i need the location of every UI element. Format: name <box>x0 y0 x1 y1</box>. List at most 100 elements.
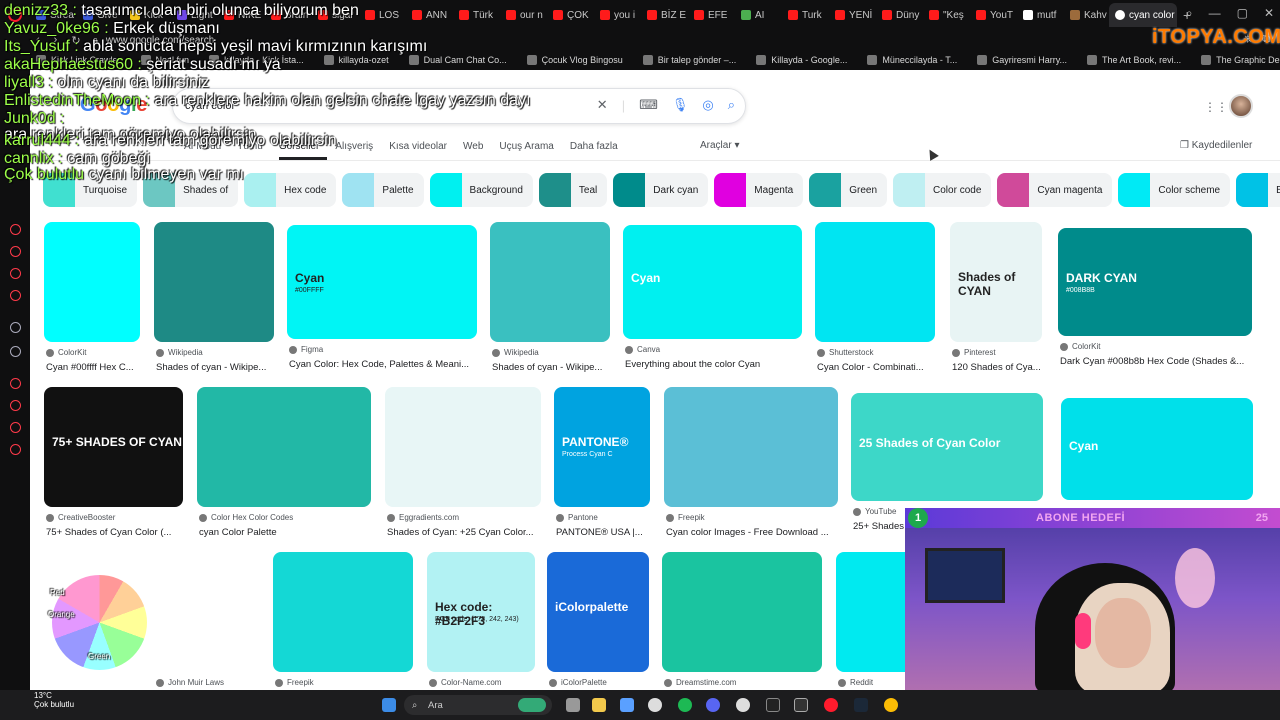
result-caption[interactable]: Shades of Cyan: +25 Cyan Color... <box>387 527 563 538</box>
search-tab[interactable]: Web <box>463 140 491 160</box>
search-tab[interactable]: Kısa videolar <box>389 140 455 160</box>
search-tab[interactable]: Uçuş Arama <box>499 140 561 160</box>
image-result[interactable] <box>197 387 371 507</box>
file-explorer-icon[interactable] <box>592 698 606 712</box>
result-source[interactable]: Shutterstock <box>817 348 873 357</box>
search-tabs-icon[interactable]: ⌕ <box>1186 6 1193 21</box>
taskbar-search[interactable]: ⌕ Ara <box>404 695 552 715</box>
result-caption[interactable]: Dark Cyan #008b8b Hex Code (Shades &... <box>1060 356 1274 367</box>
result-source[interactable]: Figma <box>289 345 323 354</box>
suggestion-chip[interactable]: Background <box>429 173 533 207</box>
suggestion-chip[interactable]: Palette <box>342 173 424 207</box>
keyboard-icon[interactable]: ⌨ <box>639 97 658 113</box>
result-source[interactable]: ColorKit <box>46 348 86 357</box>
result-caption[interactable]: 120 Shades of Cya... <box>952 362 1064 373</box>
image-result[interactable]: 25 Shades of Cyan Color <box>851 393 1043 501</box>
browser-tab[interactable]: Kahv <box>1064 3 1109 27</box>
result-caption[interactable]: Cyan Color: Hex Code, Palettes & Meani..… <box>289 359 499 370</box>
image-result[interactable] <box>490 222 610 342</box>
start-icon[interactable] <box>382 698 396 712</box>
result-source[interactable]: Eggradients.com <box>387 513 459 522</box>
image-result[interactable]: DARK CYAN #008B8B <box>1058 228 1252 336</box>
result-source[interactable]: Color-Name.com <box>429 678 501 687</box>
result-caption[interactable]: Shades of cyan - Wikipe... <box>492 362 632 373</box>
obs-icon[interactable] <box>794 698 808 712</box>
result-source[interactable]: Freepik <box>275 678 314 687</box>
sidebar-settings-icon[interactable] <box>10 444 21 455</box>
result-source[interactable]: iColorPalette <box>549 678 607 687</box>
spotify-icon[interactable] <box>678 698 692 712</box>
settings-icon[interactable] <box>736 698 750 712</box>
weather-widget[interactable]: 13°C Çok bulutlu <box>34 691 74 709</box>
bookmark-item[interactable]: Gayriresmi Harry... <box>977 55 1087 65</box>
image-result[interactable] <box>815 222 935 342</box>
result-source[interactable]: Dreamstime.com <box>664 678 736 687</box>
close-window-button[interactable]: ✕ <box>1264 6 1274 21</box>
image-result[interactable] <box>154 222 274 342</box>
chrome-icon[interactable] <box>884 698 898 712</box>
browser-tab[interactable]: ÇOK <box>547 3 592 27</box>
account-avatar[interactable] <box>1229 94 1253 118</box>
browser-tab[interactable]: ANN <box>406 3 451 27</box>
sidebar-mail-icon[interactable] <box>10 290 21 301</box>
result-caption[interactable]: Cyan #00ffff Hex C... <box>46 362 162 373</box>
image-result[interactable]: 75+ SHADES OF CYAN <box>44 387 183 507</box>
opera-icon[interactable] <box>824 698 838 712</box>
image-result[interactable]: Hex code: #B2F2F3 RGB code: (178, 242, 24… <box>427 552 535 672</box>
saved-button[interactable]: ❐ Kaydedilenler <box>1180 140 1252 151</box>
bookmark-item[interactable]: Mü­neccilayda - T... <box>867 55 977 65</box>
sidebar-messages-icon[interactable] <box>10 268 21 279</box>
result-source[interactable]: Color Hex Color Codes <box>199 513 293 522</box>
tools-button[interactable]: Araçlar ▾ <box>700 140 740 151</box>
bookmark-item[interactable]: Bir talep gönder –... <box>642 55 757 65</box>
result-caption[interactable]: Cyan color Images - Free Download ... <box>666 527 860 538</box>
search-icon[interactable]: ⌕ <box>728 97 735 113</box>
result-caption[interactable]: cyan Color Palette <box>199 527 393 538</box>
chatgpt-icon[interactable] <box>648 698 662 712</box>
result-caption[interactable]: Cyan Color - Combinati... <box>817 362 957 373</box>
suggestion-chip[interactable]: Green <box>809 173 888 207</box>
image-result[interactable]: Cyan <box>623 225 802 339</box>
image-result[interactable] <box>662 552 822 672</box>
browser-tab[interactable]: YouT <box>970 3 1015 27</box>
result-caption[interactable]: 75+ Shades of Cyan Color (... <box>46 527 205 538</box>
twitch-icon[interactable] <box>10 322 21 333</box>
browser-tab[interactable]: Düny <box>876 3 921 27</box>
image-result[interactable]: PANTONE® Process Cyan C <box>554 387 650 507</box>
result-source[interactable]: John Muir Laws <box>156 678 224 687</box>
steam-icon[interactable] <box>854 698 868 712</box>
x-twitter-icon[interactable] <box>10 346 21 357</box>
browser-tab[interactable]: LOS <box>359 3 404 27</box>
suggestion-chip[interactable]: Color code <box>893 173 992 207</box>
image-result[interactable] <box>273 552 413 672</box>
browser-tab[interactable]: BİZ E <box>641 3 686 27</box>
result-source[interactable]: Wikipedia <box>156 348 203 357</box>
image-result[interactable]: Cyan <box>1061 398 1253 500</box>
task-view-icon[interactable] <box>566 698 580 712</box>
browser-tab[interactable]: Türk <box>453 3 498 27</box>
suggestion-chip[interactable]: Dark cyan <box>613 173 709 207</box>
result-caption[interactable]: Shades of cyan - Wikipe... <box>156 362 296 373</box>
browser-tab[interactable]: "Keş <box>923 3 968 27</box>
discord-icon[interactable] <box>706 698 720 712</box>
bookmark-item[interactable]: Dual Cam Chat Co... <box>408 55 527 65</box>
mail-icon[interactable] <box>620 698 634 712</box>
result-source[interactable]: YouTube <box>853 507 896 516</box>
terminal-icon[interactable] <box>766 698 780 712</box>
minimize-button[interactable]: — <box>1209 6 1221 21</box>
microphone-icon[interactable]: 🎙︎ <box>672 97 689 113</box>
browser-tab[interactable]: AI <box>735 3 780 27</box>
bookmark-item[interactable]: Killayda - Google... <box>756 55 867 65</box>
result-source[interactable]: CreativeBooster <box>46 513 115 522</box>
image-result[interactable] <box>836 552 916 672</box>
image-result[interactable] <box>385 387 541 507</box>
suggestion-chip[interactable]: Blue <box>1236 173 1280 207</box>
sidebar-music-icon[interactable] <box>10 378 21 389</box>
maximize-button[interactable]: ▢ <box>1237 6 1248 21</box>
browser-tab[interactable]: EFE <box>688 3 733 27</box>
suggestion-chip[interactable]: Color scheme <box>1118 173 1231 207</box>
tab-cyan-color[interactable]: cyan color <box>1109 3 1177 27</box>
bookmark-item[interactable]: The Art Book, revi... <box>1087 55 1201 65</box>
search-tab[interactable]: Daha fazla <box>570 140 626 160</box>
result-source[interactable]: Pinterest <box>952 348 996 357</box>
